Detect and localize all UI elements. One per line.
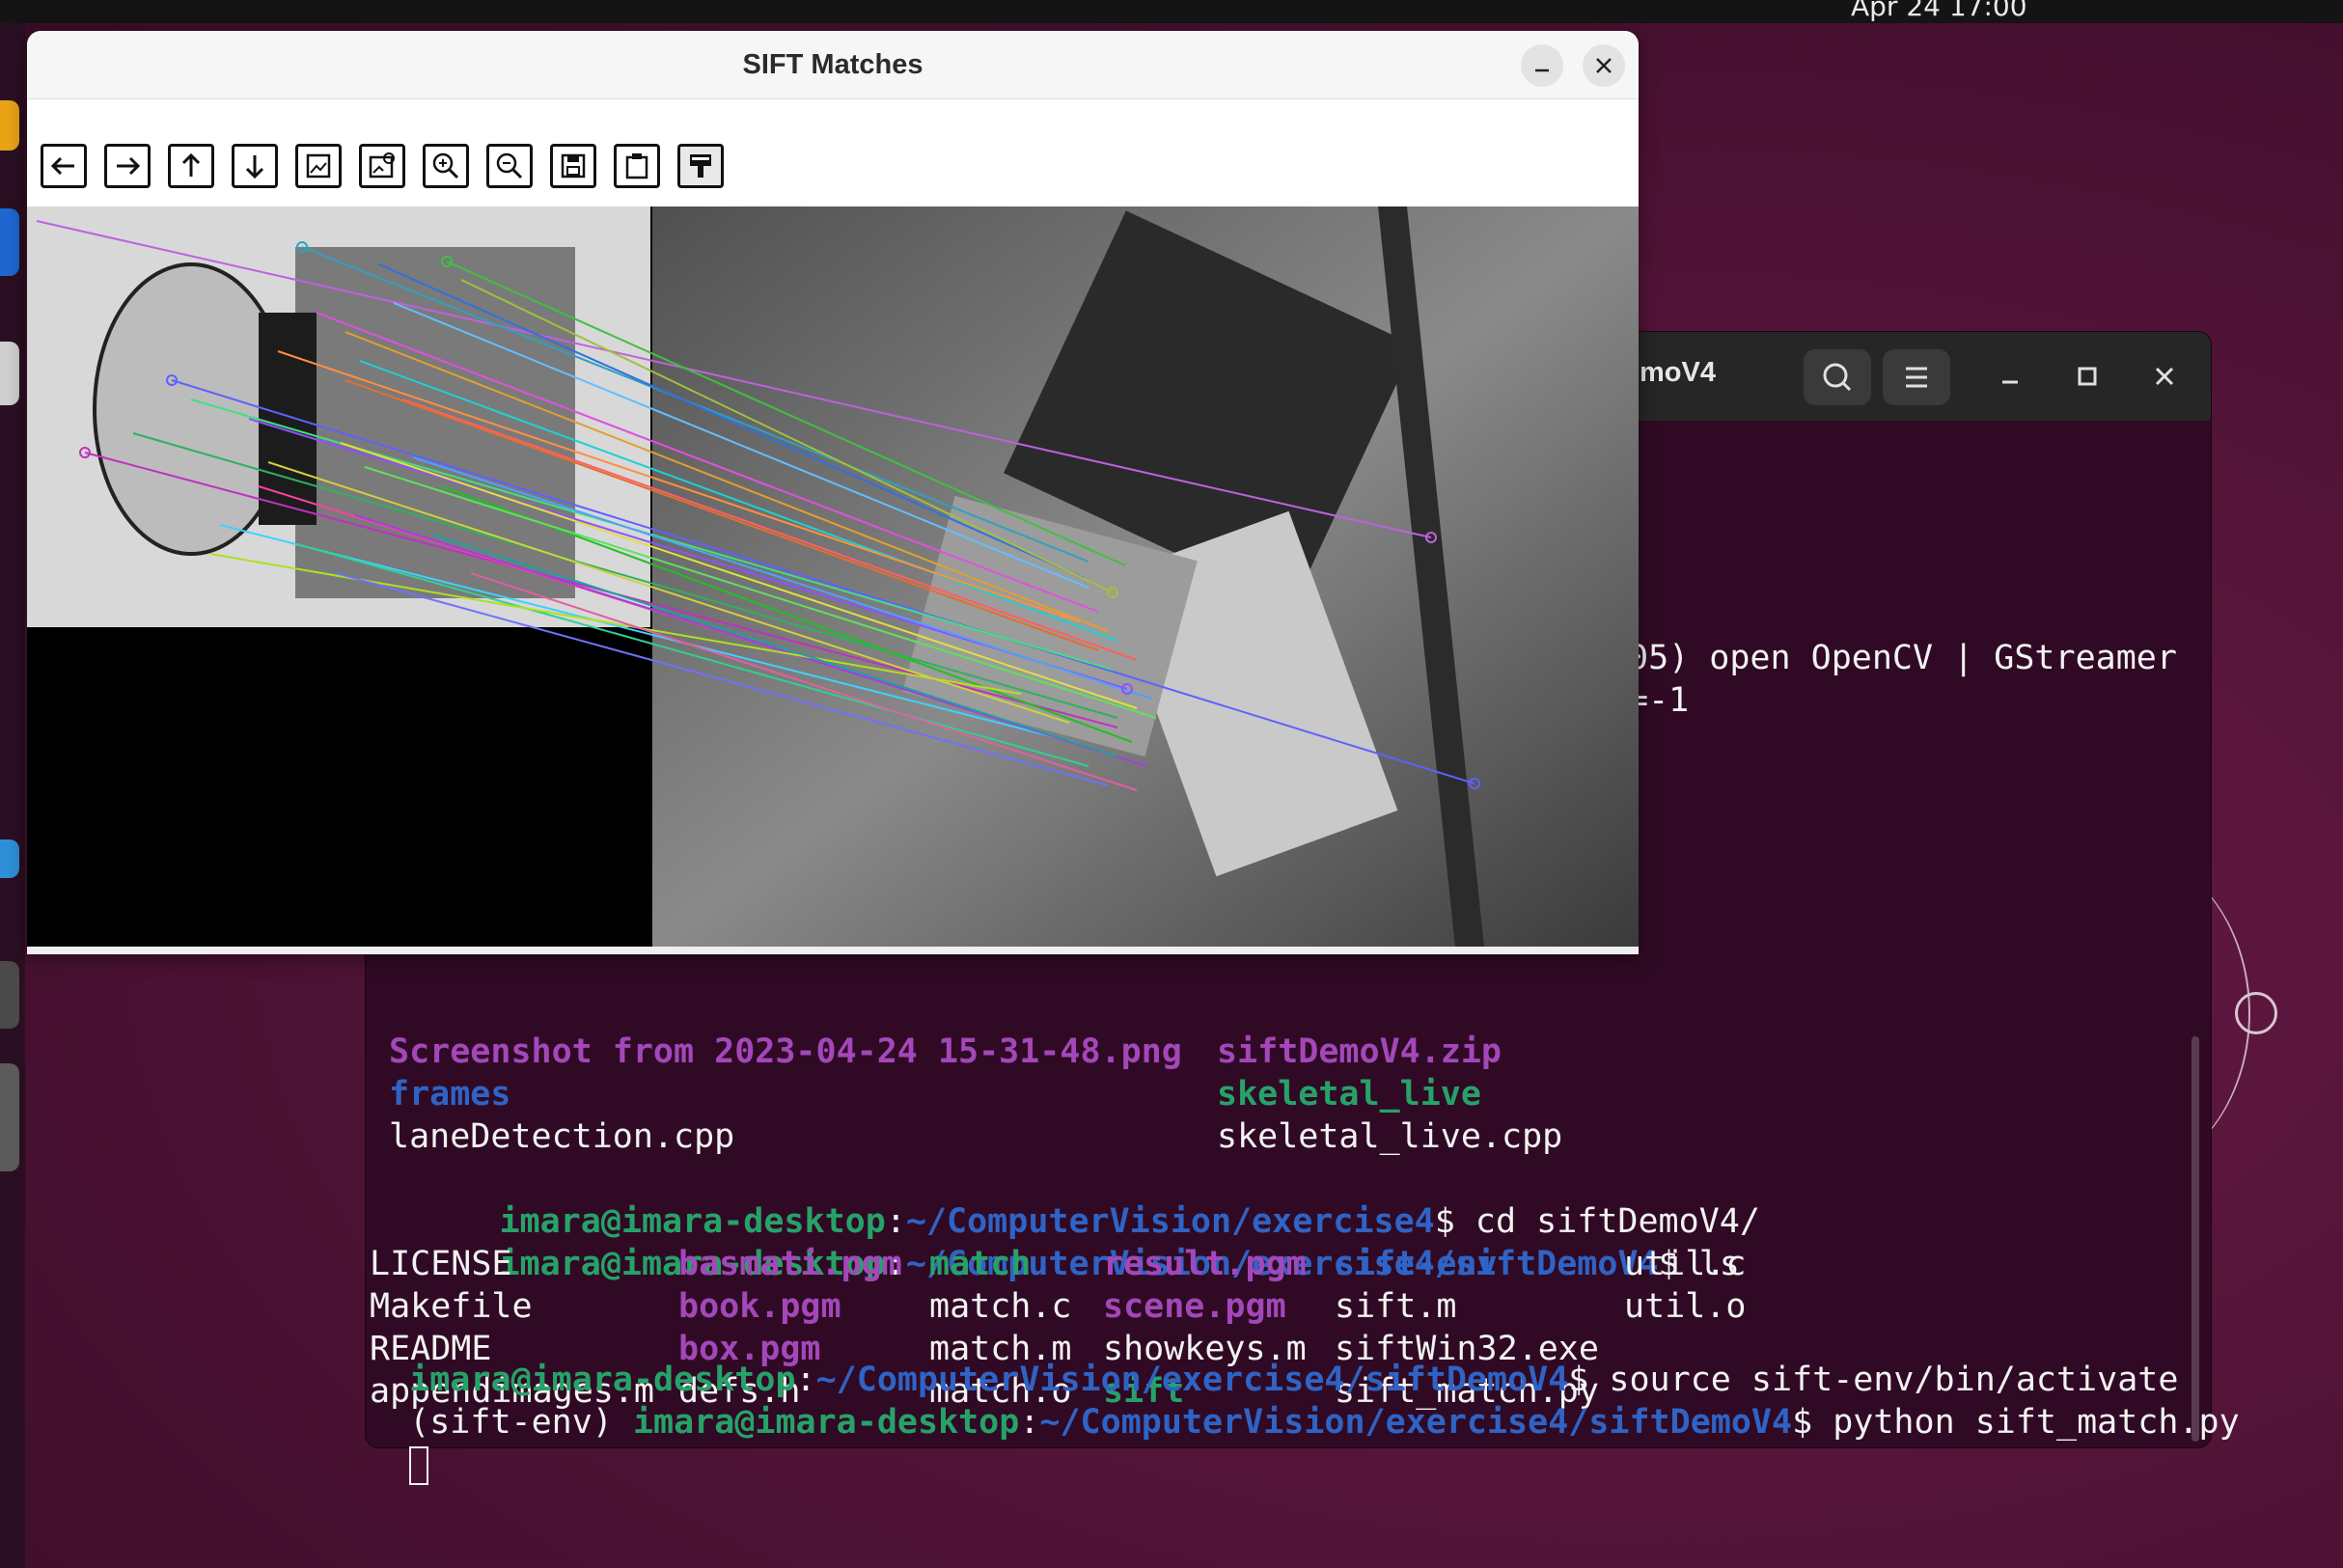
zoom-fit-icon bbox=[306, 153, 331, 179]
image-toolbar bbox=[27, 98, 1639, 207]
save-button[interactable] bbox=[550, 144, 596, 188]
zoom-original-button[interactable] bbox=[359, 144, 405, 188]
pan-left-button[interactable] bbox=[41, 144, 87, 188]
terminal-prompt-line: imara@imara-desktop:~/ComputerVision/exe… bbox=[369, 1316, 2178, 1399]
ls-entry: util.c bbox=[1624, 1245, 1747, 1283]
terminal-title: moV4 bbox=[1640, 357, 1716, 388]
ls-entry: basmati.pgm bbox=[678, 1245, 902, 1283]
venv-indicator: (sift-env) bbox=[409, 1403, 633, 1442]
terminal-line: 05) open OpenCV | GStreamer bbox=[1628, 639, 2177, 677]
sift-match-image[interactable] bbox=[27, 206, 1639, 948]
properties-icon bbox=[690, 154, 711, 178]
menu-button[interactable] bbox=[1883, 349, 1950, 405]
minimize-button[interactable] bbox=[1987, 353, 2033, 399]
dock-app-icon[interactable] bbox=[0, 839, 19, 878]
dock-app-icon[interactable] bbox=[0, 342, 19, 405]
close-button[interactable] bbox=[2141, 353, 2188, 399]
clock[interactable]: Apr 24 17:00 bbox=[1851, 0, 2027, 22]
prompt-colon: : bbox=[1019, 1403, 1040, 1442]
terminal-prompt-line: (sift-env) imara@imara-desktop:~/Compute… bbox=[369, 1359, 2240, 1442]
prompt-user: imara@imara-desktop bbox=[632, 1403, 1020, 1442]
ls-entry: LICENSE bbox=[370, 1245, 512, 1283]
copy-to-clipboard-icon bbox=[625, 153, 648, 179]
firefox-icon[interactable] bbox=[0, 208, 19, 276]
pan-up-button[interactable] bbox=[168, 144, 214, 188]
pan-up-icon bbox=[181, 152, 201, 177]
copy-to-clipboard-button[interactable] bbox=[614, 144, 660, 188]
pan-left-icon bbox=[50, 156, 74, 176]
maximize-button[interactable] bbox=[2064, 353, 2110, 399]
pan-down-button[interactable] bbox=[232, 144, 278, 188]
desktop-wallpaper-circle bbox=[2235, 992, 2277, 1034]
box-label-band bbox=[259, 313, 317, 525]
close-button[interactable] bbox=[1583, 44, 1625, 87]
image-canvas[interactable] bbox=[27, 206, 1639, 948]
terminal-dock-icon[interactable] bbox=[0, 1063, 19, 1171]
zoom-in-button[interactable] bbox=[423, 144, 469, 188]
hamburger-menu-icon bbox=[1906, 367, 1927, 388]
zoom-out-button[interactable] bbox=[486, 144, 533, 188]
sift-matches-window[interactable]: SIFT Matches bbox=[27, 31, 1639, 954]
minimize-icon bbox=[2002, 380, 2018, 384]
ls-entry: result.pgm bbox=[1103, 1245, 1307, 1283]
ls-entry: Screenshot from 2023-04-24 15-31-48.png bbox=[389, 1032, 1182, 1071]
close-icon bbox=[2155, 367, 2174, 386]
dock-app-icon[interactable] bbox=[0, 100, 19, 151]
left-bottom-black bbox=[27, 627, 652, 948]
close-icon bbox=[1596, 58, 1612, 73]
ls-entry: match bbox=[929, 1245, 1032, 1283]
ls-entry: frames bbox=[389, 1075, 511, 1114]
dock-app-icon[interactable] bbox=[0, 961, 19, 1029]
minimize-icon bbox=[1535, 69, 1549, 72]
dock bbox=[0, 23, 25, 1568]
search-button[interactable] bbox=[1804, 349, 1871, 405]
prompt-path: ~/ComputerVision/exercise4/siftDemoV4 bbox=[1039, 1403, 1793, 1442]
zoom-original-icon bbox=[369, 152, 395, 179]
ls-entry: skeletal_live bbox=[1217, 1075, 1481, 1114]
prompt-command: $ python sift_match.py bbox=[1792, 1403, 2240, 1442]
maximize-icon bbox=[2078, 367, 2097, 386]
terminal-cursor bbox=[409, 1446, 429, 1485]
ls-entry: skeletal_live.cpp bbox=[1217, 1117, 1563, 1156]
properties-button[interactable] bbox=[677, 144, 724, 188]
pan-right-button[interactable] bbox=[104, 144, 151, 188]
terminal-prompt-line: imara@imara-desktop:~/ComputerVision/exe… bbox=[377, 1200, 1739, 1283]
zoom-in-icon bbox=[432, 152, 459, 179]
ls-entry: sift-env bbox=[1335, 1245, 1498, 1283]
ls-entry: laneDetection.cpp bbox=[389, 1117, 735, 1156]
save-icon bbox=[561, 153, 586, 179]
ls-entry: siftDemoV4.zip bbox=[1217, 1032, 1502, 1071]
zoom-fit-button[interactable] bbox=[295, 144, 342, 188]
terminal-prompt-line: imara@imara-desktop:~/ComputerVision/exe… bbox=[377, 1158, 1759, 1241]
zoom-out-icon bbox=[496, 152, 523, 179]
top-bar: Apr 24 17:00 bbox=[0, 0, 2343, 23]
minimize-button[interactable] bbox=[1521, 44, 1563, 87]
sift-window-title: SIFT Matches bbox=[742, 49, 923, 80]
pan-down-icon bbox=[245, 155, 264, 179]
status-bar bbox=[27, 947, 1639, 954]
terminal-cursor-line[interactable] bbox=[369, 1401, 429, 1485]
search-icon bbox=[1823, 363, 1852, 392]
pan-right-icon bbox=[117, 156, 141, 176]
